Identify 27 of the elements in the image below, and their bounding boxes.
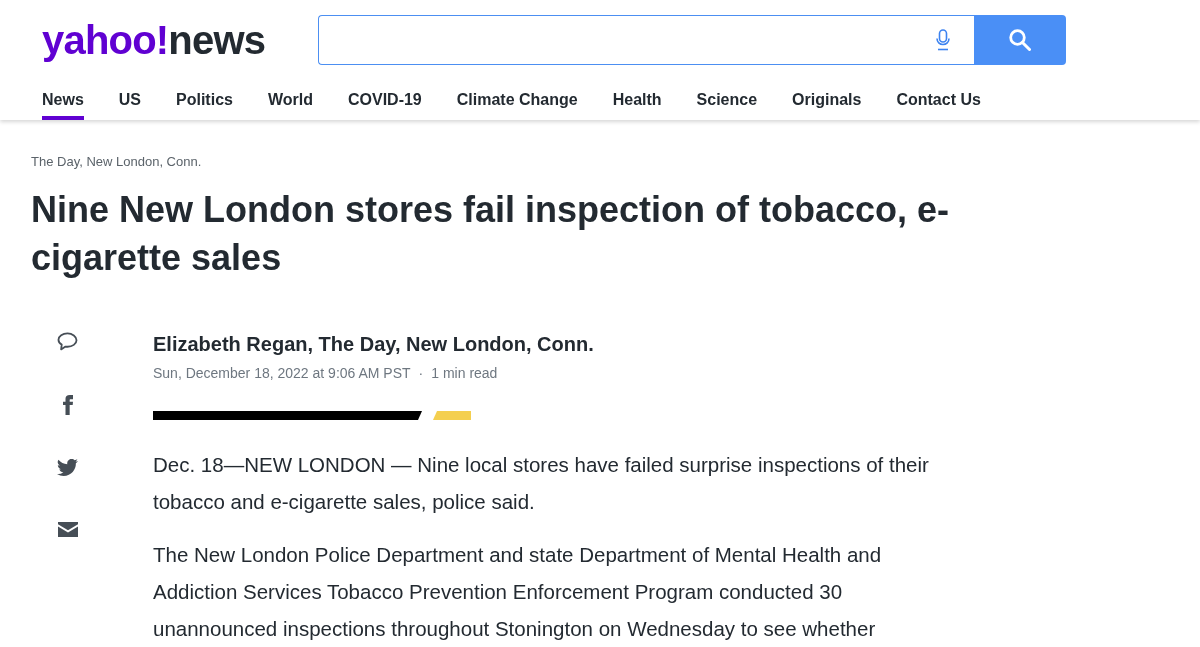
article-title: Nine New London stores fail inspection of tobacco, e-cigarette sales bbox=[31, 188, 951, 280]
read-time: 1 min read bbox=[431, 364, 498, 383]
yahoo-news-logo[interactable]: yahoo!news bbox=[42, 20, 266, 60]
search-icon bbox=[1009, 29, 1031, 51]
microphone-icon[interactable] bbox=[936, 29, 950, 51]
nav-tab[interactable]: Science bbox=[696, 86, 758, 120]
nav-tab[interactable]: Originals bbox=[792, 86, 862, 120]
article-paragraph: The New London Police Department and state Department of Mental Health and Addiction Services Tobacco Prevention Enforcement Program conducted 30 unannounced inspections throughout Stonington on Wednesday to see whether bbox=[153, 542, 883, 642]
source-label: The Day, New London, Conn. bbox=[31, 154, 203, 170]
author-name: Elizabeth Regan, The Day, New London, Conn. bbox=[153, 332, 595, 356]
search-button[interactable] bbox=[974, 15, 1066, 65]
nav-tab[interactable]: Climate Change bbox=[456, 86, 578, 120]
comment-icon[interactable] bbox=[57, 332, 78, 351]
nav-tab[interactable]: World bbox=[267, 86, 313, 120]
mail-icon[interactable] bbox=[57, 522, 78, 537]
twitter-icon[interactable] bbox=[57, 459, 78, 476]
nav-tab[interactable]: Politics bbox=[176, 86, 233, 120]
separator-dot: · bbox=[418, 364, 424, 383]
article-paragraph: Dec. 18—NEW LONDON — Nine local stores have failed surprise inspections of their tobacco and e-cigarette sales, police said. bbox=[153, 452, 930, 515]
publish-date: Sun, December 18, 2022 at 9:06 AM PST bbox=[153, 364, 411, 383]
nav-tab[interactable]: US bbox=[118, 86, 142, 120]
nav-tab[interactable]: Contact Us bbox=[896, 86, 981, 120]
search-field[interactable] bbox=[318, 15, 974, 65]
nav-tab[interactable]: Health bbox=[612, 86, 662, 120]
nav-tab[interactable]: COVID-19 bbox=[347, 86, 422, 120]
nav-tab[interactable]: News bbox=[42, 86, 84, 120]
facebook-icon[interactable] bbox=[62, 395, 73, 415]
